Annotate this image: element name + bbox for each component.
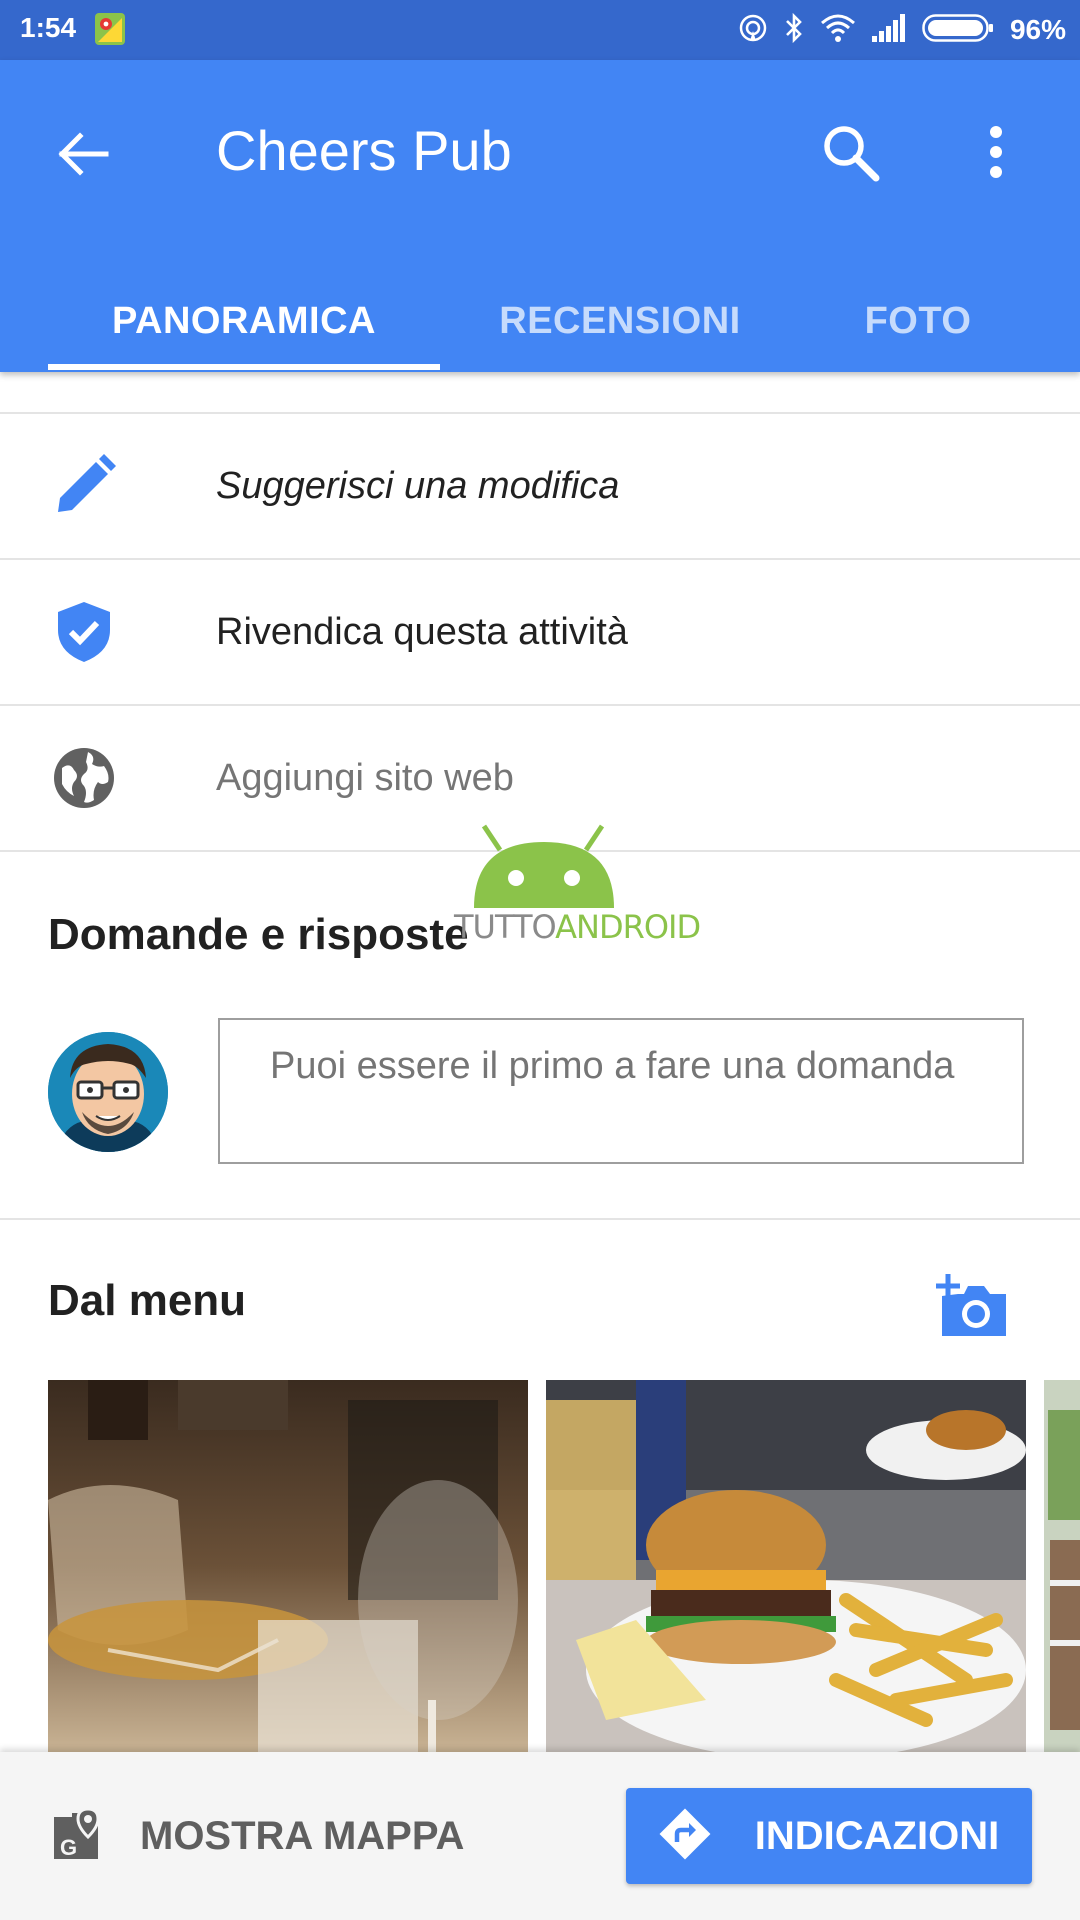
menu-section-title: Dal menu (48, 1276, 247, 1325)
watermark-text: TUTTOANDROID (454, 908, 701, 946)
signal-icon (871, 13, 906, 47)
status-bar: 1:54 96% (0, 0, 1080, 60)
show-map-label: MOSTRA MAPPA (140, 1813, 465, 1858)
hotspot-icon (738, 13, 768, 48)
directions-label: INDICAZIONI (754, 1813, 1000, 1858)
menu-photo-glasses[interactable] (48, 1380, 528, 1752)
maps-notification-icon (94, 12, 126, 46)
battery-icon (922, 13, 994, 47)
directions-button[interactable]: INDICAZIONI (626, 1788, 1032, 1884)
tab-recensioni[interactable]: RECENSIONI (470, 270, 770, 372)
tab-bar: PANORAMICA RECENSIONI FOTO (0, 270, 1080, 372)
suggest-edit-row[interactable]: Suggerisci una modifica (0, 414, 1080, 558)
add-photo-icon[interactable] (934, 1274, 1006, 1338)
bluetooth-icon (784, 12, 804, 49)
claim-business-label: Rivendica questa attività (216, 610, 628, 653)
bottom-bar: G MOSTRA MAPPA INDICAZIONI (0, 1752, 1080, 1920)
verified-shield-icon (52, 600, 116, 664)
show-map-button[interactable]: G MOSTRA MAPPA (52, 1752, 464, 1920)
tab-active-indicator (48, 364, 440, 370)
svg-text:G: G (60, 1835, 77, 1860)
status-icons: 96% (738, 10, 1066, 50)
tab-panoramica[interactable]: PANORAMICA (48, 270, 440, 372)
add-website-label: Aggiungi sito web (216, 756, 514, 799)
search-icon[interactable] (818, 120, 882, 184)
app-bar: Cheers Pub PANORAMICA RECENSIONI FOTO (0, 60, 1080, 372)
menu-photo-outdoor[interactable] (1044, 1380, 1080, 1752)
tab-foto[interactable]: FOTO (800, 270, 1036, 372)
status-time: 1:54 (20, 12, 77, 43)
more-options-icon[interactable] (976, 120, 1016, 184)
suggest-edit-label: Suggerisci una modifica (216, 464, 620, 507)
back-arrow-icon[interactable] (54, 124, 114, 184)
avatar (48, 1032, 168, 1152)
claim-business-row[interactable]: Rivendica questa attività (0, 560, 1080, 704)
pencil-icon (52, 454, 116, 518)
divider (0, 850, 1080, 852)
globe-icon (52, 746, 116, 810)
divider (0, 1218, 1080, 1220)
page-title: Cheers Pub (216, 119, 512, 182)
map-pin-icon: G (52, 1806, 100, 1866)
battery-percent: 96% (1009, 14, 1066, 45)
wifi-icon (820, 13, 856, 48)
add-website-row[interactable]: Aggiungi sito web (0, 706, 1080, 850)
qa-section-title: Domande e risposte (48, 910, 469, 959)
menu-photo-burger[interactable] (546, 1380, 1026, 1752)
question-input[interactable]: Puoi essere il primo a fare una domanda (218, 1018, 1024, 1164)
directions-icon (659, 1808, 711, 1865)
